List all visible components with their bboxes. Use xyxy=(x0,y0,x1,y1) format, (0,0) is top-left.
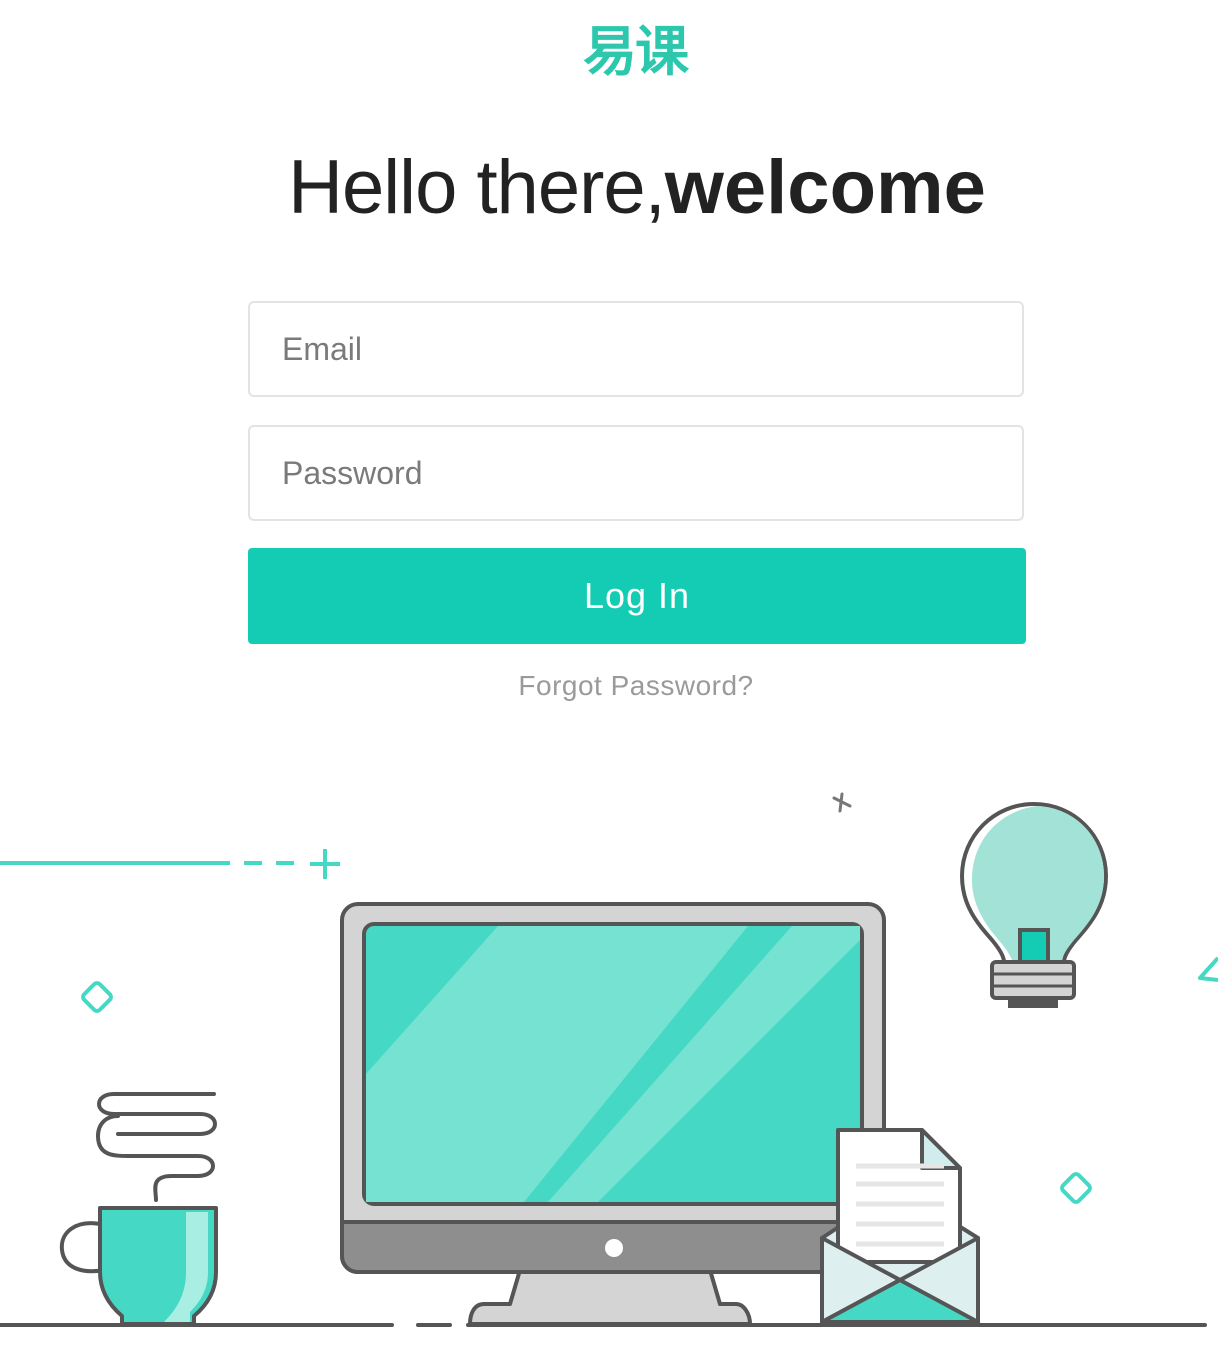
forgot-password-link[interactable]: Forgot Password? xyxy=(0,670,1218,702)
triangle-icon xyxy=(1198,956,1218,982)
password-field[interactable] xyxy=(248,425,1024,521)
coffee-cup-icon xyxy=(59,1206,218,1326)
steam-icon xyxy=(96,1092,217,1202)
welcome-heading: Hello there,welcome xyxy=(0,140,1218,236)
welcome-heading-bold: welcome xyxy=(664,145,986,230)
diamond-icon xyxy=(81,981,113,1013)
cross-icon xyxy=(832,792,852,813)
welcome-heading-light: Hello there, xyxy=(288,145,666,230)
document-icon xyxy=(836,1128,962,1264)
login-button[interactable]: Log In xyxy=(248,548,1026,644)
email-field[interactable] xyxy=(248,301,1024,397)
desk-illustration xyxy=(0,792,1218,1327)
lightbulb-icon xyxy=(959,801,1109,1008)
plus-icon xyxy=(0,849,340,879)
diamond-icon xyxy=(1060,1172,1092,1204)
app-logo: 易课 xyxy=(583,20,689,83)
monitor-icon xyxy=(340,902,886,1326)
